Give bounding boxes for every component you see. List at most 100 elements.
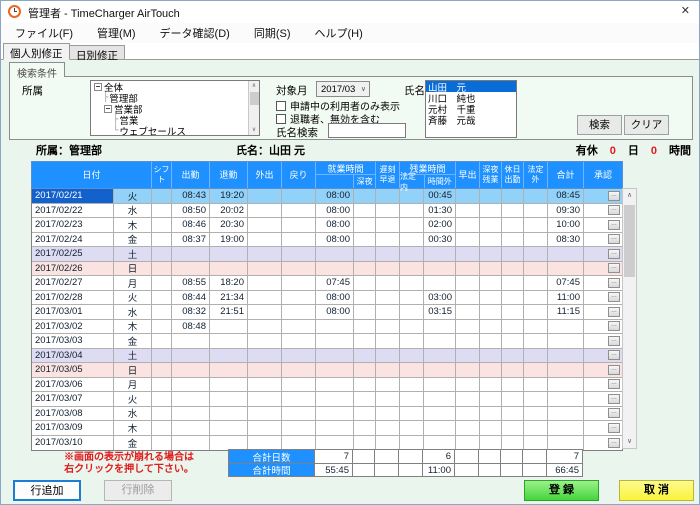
approve-button[interactable]: … xyxy=(608,408,620,418)
grid-scroll-up-icon[interactable]: ∧ xyxy=(623,189,636,202)
cell-late xyxy=(376,320,400,334)
tree-scroll-down-icon[interactable]: ∨ xyxy=(249,125,259,135)
approve-button[interactable]: … xyxy=(608,321,620,331)
delete-row-button[interactable]: 行削除 xyxy=(104,480,172,501)
cell-approve: … xyxy=(584,276,622,290)
cell-out xyxy=(210,334,248,348)
tree-collapse-icon[interactable] xyxy=(104,105,112,113)
cell-date: 2017/02/21 xyxy=(32,189,114,203)
cell-go xyxy=(248,363,282,377)
cell-work: 08:00 xyxy=(316,218,354,232)
table-row[interactable]: 2017/03/05日… xyxy=(32,363,622,378)
menu-item-data-check[interactable]: データ確認(D) xyxy=(160,25,230,41)
cell-late xyxy=(376,247,400,261)
cell-late xyxy=(376,378,400,392)
pending-only-checkbox[interactable] xyxy=(276,101,286,111)
cell-holiday xyxy=(502,349,524,363)
approve-button[interactable]: … xyxy=(608,292,620,302)
cancel-button[interactable]: 取 消 xyxy=(619,480,694,501)
grid-scroll-down-icon[interactable]: ∨ xyxy=(623,435,636,448)
tree-line-icon: ├ xyxy=(113,115,118,125)
cell-extra xyxy=(424,378,456,392)
tab-personal-correction[interactable]: 個人別修正 xyxy=(3,43,70,60)
cell-date: 2017/02/24 xyxy=(32,233,114,247)
tree-item[interactable]: └ウェブセールス xyxy=(91,125,259,136)
approve-button[interactable]: … xyxy=(608,307,620,317)
note-line-1: ※画面の表示が崩れる場合は xyxy=(31,452,227,464)
cell-nonlegal xyxy=(524,247,548,261)
approve-button[interactable]: … xyxy=(608,263,620,273)
table-row[interactable]: 2017/02/23木08:4620:3008:0002:0010:00… xyxy=(32,218,622,233)
department-tree[interactable]: 全体├管理部営業部├営業└ウェブセールス ∧ ∨ xyxy=(90,80,260,136)
table-row[interactable]: 2017/03/07火… xyxy=(32,392,622,407)
menu-item-sync[interactable]: 同期(S) xyxy=(254,25,291,41)
approve-button[interactable]: … xyxy=(608,249,620,259)
menu-item-file[interactable]: ファイル(F) xyxy=(15,25,73,41)
tree-scrollbar[interactable]: ∧ ∨ xyxy=(248,81,259,135)
totals-days-non-legal xyxy=(523,449,547,463)
table-row[interactable]: 2017/02/24金08:3719:0008:0000:3008:30… xyxy=(32,233,622,248)
cell-approve: … xyxy=(584,392,622,406)
add-row-button[interactable]: 行追加 xyxy=(13,480,81,501)
cell-holiday xyxy=(502,233,524,247)
tree-item[interactable]: 営業部 xyxy=(91,103,259,114)
tree-collapse-icon[interactable] xyxy=(94,83,102,91)
approve-button[interactable]: … xyxy=(608,365,620,375)
table-row[interactable]: 2017/02/27月08:5518:2007:4507:45… xyxy=(32,276,622,291)
name-search-input[interactable] xyxy=(328,123,406,138)
cell-late xyxy=(376,291,400,305)
approve-button[interactable]: … xyxy=(608,191,620,201)
grid-vertical-scrollbar[interactable]: ∧ ∨ xyxy=(622,188,637,449)
table-row[interactable]: 2017/02/26日… xyxy=(32,262,622,277)
table-row[interactable]: 2017/03/08水… xyxy=(32,407,622,422)
approve-button[interactable]: … xyxy=(608,205,620,215)
retired-include-checkbox[interactable] xyxy=(276,114,286,124)
table-row[interactable]: 2017/03/06月… xyxy=(32,378,622,393)
col-header-go-out: 外出 xyxy=(248,162,282,188)
approve-button[interactable]: … xyxy=(608,438,620,448)
table-row[interactable]: 2017/03/02木08:48… xyxy=(32,320,622,335)
clear-button[interactable]: クリア xyxy=(624,115,669,135)
approve-button[interactable]: … xyxy=(608,379,620,389)
grid-scroll-thumb[interactable] xyxy=(624,205,635,277)
tree-scroll-up-icon[interactable]: ∧ xyxy=(249,81,259,91)
cell-nonlegal xyxy=(524,436,548,451)
register-button[interactable]: 登 録 xyxy=(524,480,599,501)
cell-go xyxy=(248,276,282,290)
cell-approve: … xyxy=(584,233,622,247)
approve-button[interactable]: … xyxy=(608,234,620,244)
cell-holiday xyxy=(502,204,524,218)
paid-leave-summary: 有休 0 日 0 時間 xyxy=(576,142,691,158)
approve-button[interactable]: … xyxy=(608,394,620,404)
approve-button[interactable]: … xyxy=(608,278,620,288)
tab-daily-correction[interactable]: 日別修正 xyxy=(69,45,125,60)
cell-night xyxy=(354,204,376,218)
tree-scroll-thumb[interactable] xyxy=(250,92,259,105)
table-row[interactable]: 2017/02/21火08:4319:2008:0000:4508:45… xyxy=(32,189,622,204)
table-row[interactable]: 2017/03/10金… xyxy=(32,436,622,451)
table-row[interactable]: 2017/02/28火08:4421:3408:0003:0011:00… xyxy=(32,291,622,306)
employee-listbox[interactable]: 山田 元川口 純也元村 千重斉藤 元哉 xyxy=(425,80,517,138)
table-row[interactable]: 2017/03/04土… xyxy=(32,349,622,364)
target-month-select[interactable]: 2017/03 ∨ xyxy=(316,81,370,97)
totals-days-late xyxy=(375,449,399,463)
search-button[interactable]: 検索 xyxy=(577,115,622,135)
approve-button[interactable]: … xyxy=(608,423,620,433)
totals-time-midnight-ot xyxy=(479,463,501,477)
cell-nonlegal xyxy=(524,204,548,218)
table-row[interactable]: 2017/03/03金… xyxy=(32,334,622,349)
close-icon[interactable]: ✕ xyxy=(681,4,690,17)
table-row[interactable]: 2017/02/22水08:5020:0208:0001:3009:30… xyxy=(32,204,622,219)
table-row[interactable]: 2017/03/01水08:3221:5108:0003:1511:15… xyxy=(32,305,622,320)
approve-button[interactable]: … xyxy=(608,220,620,230)
menu-item-manage[interactable]: 管理(M) xyxy=(97,25,136,41)
menu-item-help[interactable]: ヘルプ(H) xyxy=(315,25,363,41)
approve-button[interactable]: … xyxy=(608,336,620,346)
search-conditions-tab[interactable]: 検索条件 xyxy=(9,62,65,77)
table-row[interactable]: 2017/02/25土… xyxy=(32,247,622,262)
cell-date: 2017/03/09 xyxy=(32,421,114,435)
table-row[interactable]: 2017/03/09木… xyxy=(32,421,622,436)
name-list-item[interactable]: 斉藤 元哉 xyxy=(426,114,516,125)
approve-button[interactable]: … xyxy=(608,350,620,360)
totals-time-row: 合計時間 55:45 11:00 66:45 xyxy=(228,463,583,477)
